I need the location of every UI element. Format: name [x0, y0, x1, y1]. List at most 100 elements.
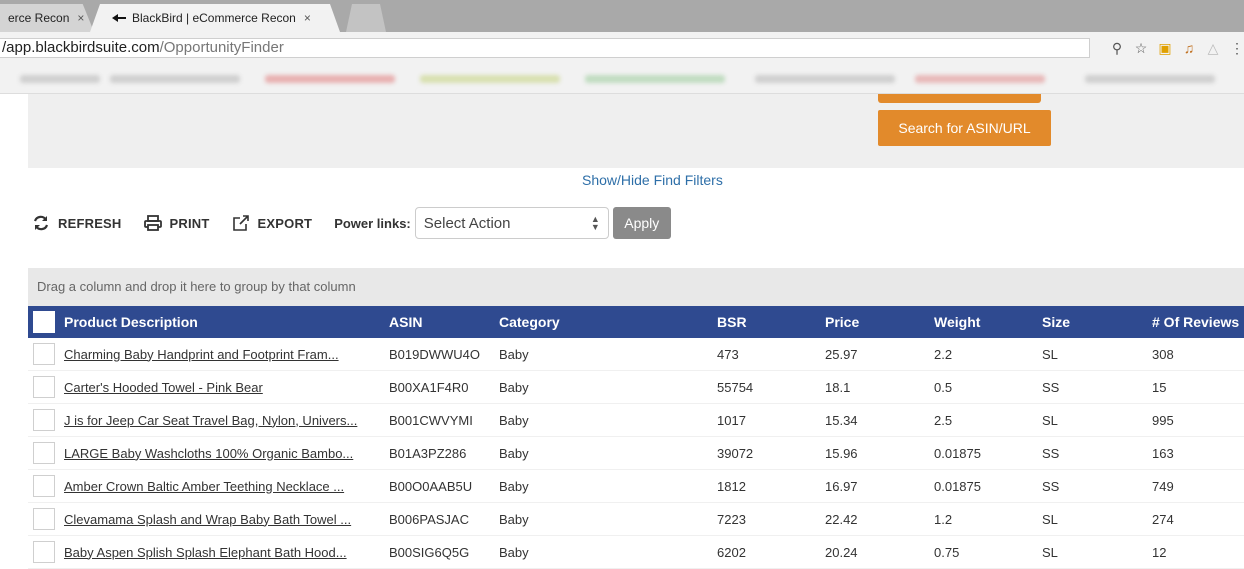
show-hide-filters-link[interactable]: Show/Hide Find Filters	[582, 172, 723, 188]
select-all-checkbox[interactable]	[33, 311, 55, 333]
url-host: /app.blackbirdsuite.com	[2, 39, 160, 56]
product-grid: Product Description ASIN Category BSR Pr…	[28, 306, 1244, 569]
cell-description: Charming Baby Handprint and Footprint Fr…	[64, 338, 388, 370]
row-checkbox[interactable]	[33, 442, 55, 464]
bookmark-item[interactable]	[585, 75, 725, 83]
lock-extension-icon[interactable]: ▣	[1158, 40, 1172, 57]
table-row[interactable]: Amber Crown Baltic Amber Teething Neckla…	[28, 470, 1244, 503]
browser-tab-recon[interactable]: erce Recon ×	[0, 4, 94, 32]
cell-weight: 2.5	[934, 412, 953, 428]
cell-bsr: 1812	[717, 478, 746, 494]
cell-reviews: 308	[1152, 346, 1174, 362]
filter-action-button[interactable]	[878, 94, 1041, 103]
product-link[interactable]: Baby Aspen Splish Splash Elephant Bath H…	[64, 545, 347, 560]
export-button[interactable]: EXPORT	[232, 215, 313, 231]
table-row[interactable]: J is for Jeep Car Seat Travel Bag, Nylon…	[28, 404, 1244, 437]
printer-icon	[143, 215, 162, 231]
product-link[interactable]: Carter's Hooded Towel - Pink Bear	[64, 380, 263, 395]
address-bar[interactable]: /app.blackbirdsuite.com/OpportunityFinde…	[0, 38, 1090, 58]
cell-description: LARGE Baby Washcloths 100% Organic Bambo…	[64, 437, 388, 469]
bookmark-item[interactable]	[420, 75, 560, 83]
product-link[interactable]: Amber Crown Baltic Amber Teething Neckla…	[64, 479, 344, 494]
column-header-category[interactable]: Category	[499, 306, 717, 338]
apply-button[interactable]: Apply	[612, 207, 671, 239]
table-row[interactable]: Charming Baby Handprint and Footprint Fr…	[28, 338, 1244, 371]
row-checkbox[interactable]	[33, 475, 55, 497]
column-header-asin[interactable]: ASIN	[389, 306, 499, 338]
column-header-weight[interactable]: Weight	[934, 306, 1042, 338]
cell-category: Baby	[499, 346, 529, 362]
bookmark-item[interactable]	[20, 75, 100, 83]
power-links-label: Power links:	[334, 215, 411, 231]
group-by-drop-zone[interactable]: Drag a column and drop it here to group …	[28, 268, 1244, 306]
menu-icon[interactable]: ⋮	[1230, 40, 1244, 57]
external-link-icon	[232, 215, 249, 231]
tab-close-icon[interactable]: ×	[304, 11, 311, 25]
column-header-price[interactable]: Price	[825, 306, 933, 338]
cell-category: Baby	[499, 544, 529, 560]
column-header-reviews[interactable]: # Of Reviews	[1152, 306, 1244, 338]
bookmark-item[interactable]	[755, 75, 895, 83]
bookmark-item[interactable]	[110, 75, 240, 83]
search-asin-url-button[interactable]: Search for ASIN/URL	[878, 110, 1051, 146]
row-checkbox[interactable]	[33, 541, 55, 563]
cell-size: SL	[1042, 511, 1058, 527]
cell-price: 22.42	[825, 511, 858, 527]
cell-bsr: 6202	[717, 544, 746, 560]
export-label: EXPORT	[257, 215, 313, 231]
browser-tab-blackbird[interactable]: BlackBird | eCommerce Recon ×	[90, 4, 340, 32]
cell-bsr: 55754	[717, 379, 754, 395]
cell-price: 15.34	[825, 412, 858, 428]
column-header-description[interactable]: Product Description	[64, 306, 388, 338]
product-link[interactable]: J is for Jeep Car Seat Travel Bag, Nylon…	[64, 413, 357, 428]
bookmark-item[interactable]	[265, 75, 395, 83]
table-row[interactable]: Clevamama Splash and Wrap Baby Bath Towe…	[28, 503, 1244, 536]
cell-reviews: 15	[1152, 379, 1167, 395]
bookmark-item[interactable]	[1085, 75, 1215, 83]
cell-price: 25.97	[825, 346, 858, 362]
row-checkbox[interactable]	[33, 508, 55, 530]
drive-extension-icon[interactable]: △	[1206, 40, 1220, 57]
cell-asin: B019DWWU4O	[389, 346, 481, 362]
cell-reviews: 12	[1152, 544, 1167, 560]
power-links-select[interactable]: Select Action ▲ ▼	[414, 207, 609, 239]
extension-icon[interactable]: ♫	[1182, 40, 1196, 57]
product-link[interactable]: Clevamama Splash and Wrap Baby Bath Towe…	[64, 512, 351, 527]
table-row[interactable]: Baby Aspen Splish Splash Elephant Bath H…	[28, 536, 1244, 569]
print-button[interactable]: PRINT	[143, 215, 210, 231]
table-row[interactable]: LARGE Baby Washcloths 100% Organic Bambo…	[28, 437, 1244, 470]
bookmark-item[interactable]	[915, 75, 1045, 83]
row-checkbox[interactable]	[33, 343, 55, 365]
browser-tools: ⚲ ☆ ▣ ♫ △ ⋮	[1110, 40, 1244, 57]
cell-price: 20.24	[825, 544, 858, 560]
refresh-label: REFRESH	[58, 215, 122, 231]
row-checkbox[interactable]	[33, 376, 55, 398]
tab-title: erce Recon	[8, 11, 70, 25]
cell-weight: 0.5	[934, 379, 953, 395]
cell-price: 15.96	[825, 445, 858, 461]
product-link[interactable]: Charming Baby Handprint and Footprint Fr…	[64, 347, 339, 362]
tab-close-icon[interactable]: ×	[77, 11, 84, 25]
cell-size: SS	[1042, 379, 1060, 395]
row-checkbox[interactable]	[33, 409, 55, 431]
new-tab-button[interactable]	[346, 4, 386, 32]
cell-category: Baby	[499, 379, 529, 395]
cell-asin: B00SIG6Q5G	[389, 544, 470, 560]
cell-weight: 0.75	[934, 544, 960, 560]
cell-bsr: 39072	[717, 445, 754, 461]
table-row[interactable]: Carter's Hooded Towel - Pink Bear B00XA1…	[28, 371, 1244, 404]
cell-asin: B00O0AAB5U	[389, 478, 473, 494]
cell-description: Amber Crown Baltic Amber Teething Neckla…	[64, 470, 388, 502]
column-header-size[interactable]: Size	[1042, 306, 1150, 338]
refresh-button[interactable]: REFRESH	[32, 215, 122, 231]
cell-weight: 0.01875	[934, 478, 981, 494]
key-icon[interactable]: ⚲	[1110, 40, 1124, 57]
cell-size: SS	[1042, 445, 1060, 461]
blackbird-favicon-icon	[112, 14, 126, 22]
cell-weight: 1.2	[934, 511, 953, 527]
product-link[interactable]: LARGE Baby Washcloths 100% Organic Bambo…	[64, 446, 353, 461]
cell-description: Clevamama Splash and Wrap Baby Bath Towe…	[64, 503, 388, 535]
column-header-bsr[interactable]: BSR	[717, 306, 825, 338]
cell-bsr: 7223	[717, 511, 746, 527]
star-icon[interactable]: ☆	[1134, 40, 1148, 57]
